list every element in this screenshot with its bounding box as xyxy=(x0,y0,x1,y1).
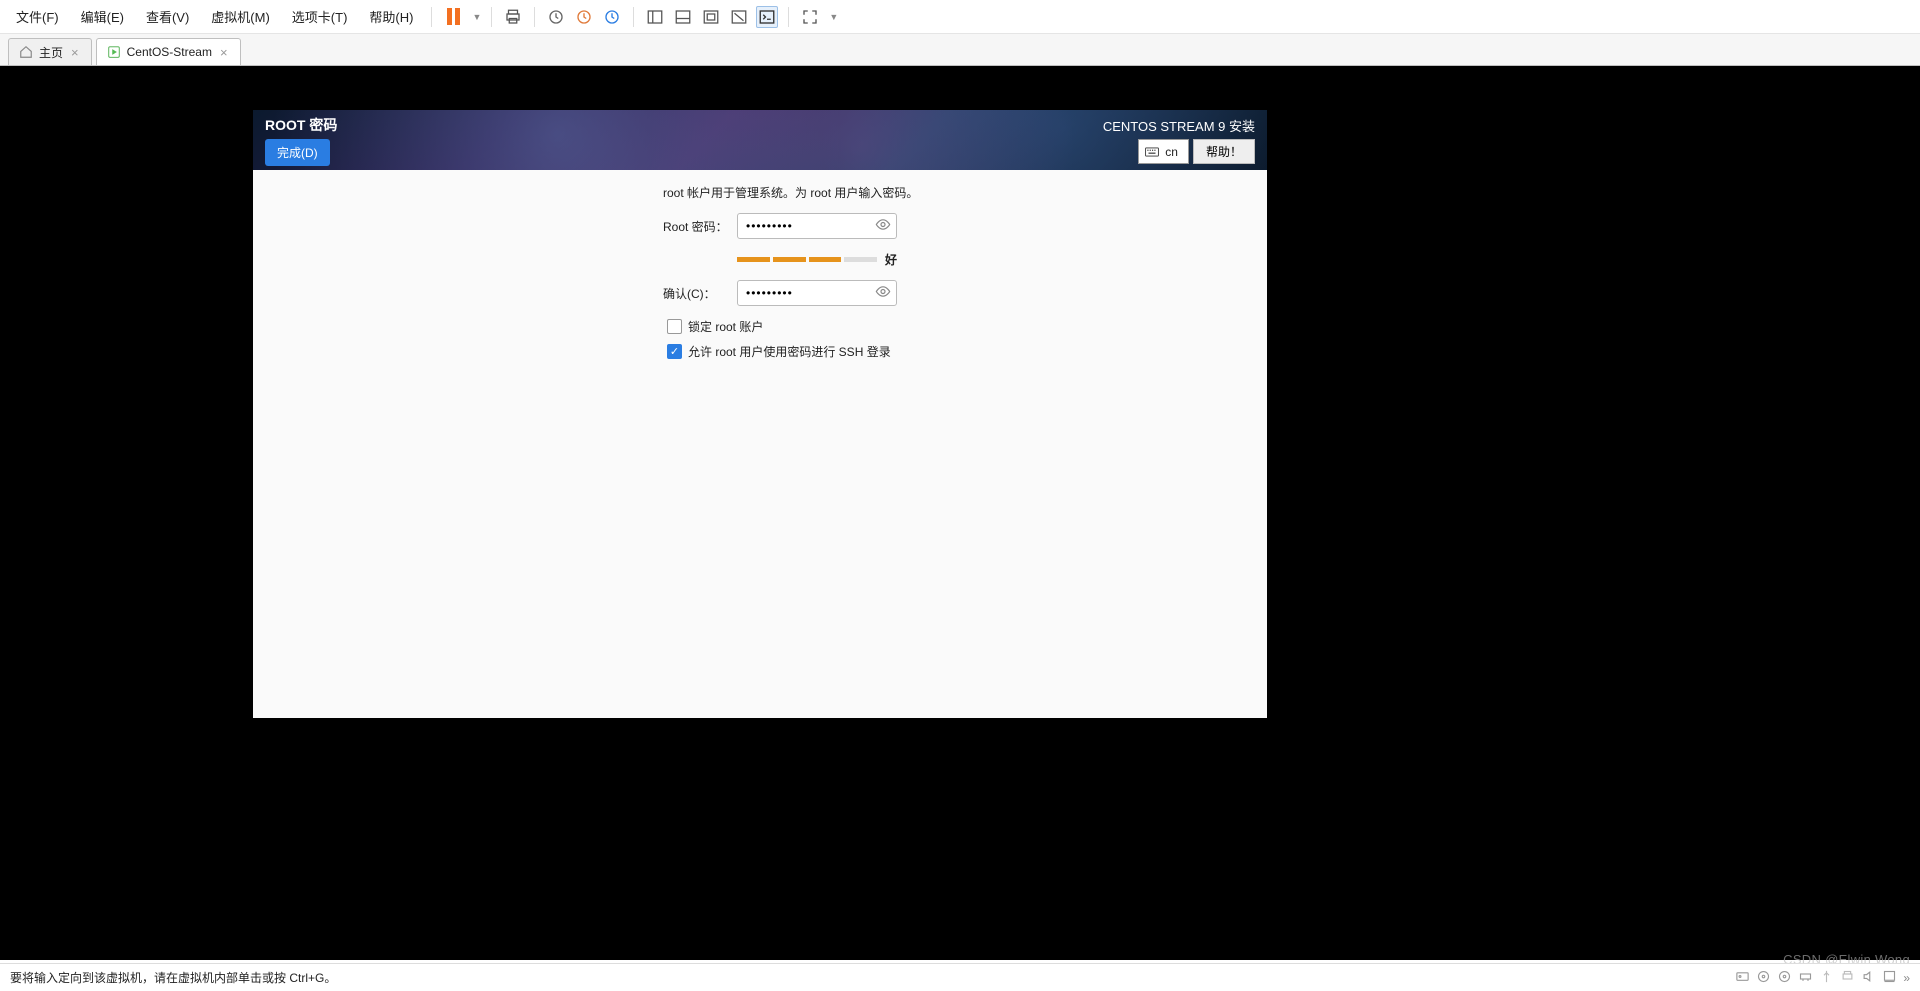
separator xyxy=(491,7,492,27)
tab-home-label: 主页 xyxy=(39,44,63,61)
printer-status-icon[interactable] xyxy=(1840,969,1855,987)
clock-manage-icon xyxy=(603,8,621,26)
separator xyxy=(788,7,789,27)
cd2-icon[interactable] xyxy=(1777,969,1792,987)
done-button[interactable]: 完成(D) xyxy=(265,139,330,166)
layout-side-icon xyxy=(646,8,664,26)
pause-icon xyxy=(447,8,460,25)
help-button[interactable]: 帮助！ xyxy=(1193,139,1255,164)
vm-viewport[interactable]: ROOT 密码 完成(D) CENTOS STREAM 9 安装 cn 帮助！ … xyxy=(0,66,1920,960)
device-icon[interactable] xyxy=(1882,969,1897,987)
keyboard-layout-label: cn xyxy=(1165,145,1178,159)
pause-button[interactable] xyxy=(442,6,464,28)
installer-body: root 帐户用于管理系统。为 root 用户输入密码。 Root 密码： xyxy=(253,170,1267,718)
eye-icon[interactable] xyxy=(875,219,891,234)
install-title: CENTOS STREAM 9 安装 xyxy=(1103,116,1255,135)
menu-file[interactable]: 文件(F) xyxy=(8,4,67,29)
installer-window: ROOT 密码 完成(D) CENTOS STREAM 9 安装 cn 帮助！ … xyxy=(253,110,1267,718)
snapshot-manage-button[interactable] xyxy=(601,6,623,28)
menu-tabs[interactable]: 选项卡(T) xyxy=(284,4,356,29)
status-tray: » xyxy=(1735,969,1910,987)
printer-icon xyxy=(504,8,522,26)
snapshot-take-button[interactable] xyxy=(545,6,567,28)
lock-root-label: 锁定 root 账户 xyxy=(688,318,763,335)
root-password-input[interactable] xyxy=(737,213,897,239)
menu-help[interactable]: 帮助(H) xyxy=(361,4,421,29)
description-text: root 帐户用于管理系统。为 root 用户输入密码。 xyxy=(663,184,1247,201)
menu-bar: 文件(F) 编辑(E) 查看(V) 虚拟机(M) 选项卡(T) 帮助(H) ▼ xyxy=(0,0,1920,34)
menu-vm[interactable]: 虚拟机(M) xyxy=(203,4,278,29)
tab-vm[interactable]: CentOS-Stream × xyxy=(96,38,241,65)
password-strength-text: 好 xyxy=(885,251,897,268)
clock-icon xyxy=(547,8,565,26)
layout-side-button[interactable] xyxy=(644,6,666,28)
menu-edit[interactable]: 编辑(E) xyxy=(73,4,132,29)
allow-ssh-checkbox[interactable]: ✓ xyxy=(667,344,682,359)
cd-icon[interactable] xyxy=(1756,969,1771,987)
eye-icon[interactable] xyxy=(875,286,891,301)
status-hint: 要将输入定向到该虚拟机，请在虚拟机内部单击或按 Ctrl+G。 xyxy=(10,969,336,986)
tab-vm-label: CentOS-Stream xyxy=(127,45,212,59)
print-button[interactable] xyxy=(502,6,524,28)
lock-root-checkbox[interactable] xyxy=(667,319,682,334)
usb-icon[interactable] xyxy=(1819,969,1834,987)
keyboard-icon xyxy=(1145,147,1159,157)
menu-view[interactable]: 查看(V) xyxy=(138,4,197,29)
sound-icon[interactable] xyxy=(1861,969,1876,987)
terminal-icon xyxy=(758,8,776,26)
allow-ssh-label: 允许 root 用户使用密码进行 SSH 登录 xyxy=(688,343,891,360)
snapshot-revert-button[interactable] xyxy=(573,6,595,28)
play-icon xyxy=(107,45,121,59)
separator xyxy=(633,7,634,27)
page-title: ROOT 密码 xyxy=(265,115,337,135)
home-icon xyxy=(19,45,33,59)
status-bar: 要将输入定向到该虚拟机，请在虚拟机内部单击或按 Ctrl+G。 » xyxy=(0,963,1920,991)
layout-none-icon xyxy=(730,8,748,26)
chevron-down-icon[interactable]: ▼ xyxy=(472,12,481,22)
layout-bottom-icon xyxy=(674,8,692,26)
layout-full-icon xyxy=(702,8,720,26)
network-icon[interactable] xyxy=(1798,969,1813,987)
tab-home[interactable]: 主页 × xyxy=(8,38,92,65)
root-password-label: Root 密码： xyxy=(663,218,733,235)
fullscreen-icon xyxy=(801,8,819,26)
separator xyxy=(534,7,535,27)
chevron-down-icon[interactable]: ▼ xyxy=(829,12,838,22)
more-icon[interactable]: » xyxy=(1903,971,1910,985)
layout-bottom-button[interactable] xyxy=(672,6,694,28)
close-icon[interactable]: × xyxy=(69,45,81,60)
layout-full-button[interactable] xyxy=(700,6,722,28)
tab-bar: 主页 × CentOS-Stream × xyxy=(0,34,1920,66)
disk-icon[interactable] xyxy=(1735,969,1750,987)
confirm-password-label: 确认(C)： xyxy=(663,285,733,302)
password-strength-bar xyxy=(737,257,877,262)
layout-none-button[interactable] xyxy=(728,6,750,28)
confirm-password-input[interactable] xyxy=(737,280,897,306)
keyboard-layout-button[interactable]: cn xyxy=(1138,139,1189,164)
separator xyxy=(431,7,432,27)
console-button[interactable] xyxy=(756,6,778,28)
installer-header: ROOT 密码 完成(D) CENTOS STREAM 9 安装 cn 帮助！ xyxy=(253,110,1267,170)
clock-back-icon xyxy=(575,8,593,26)
fullscreen-button[interactable] xyxy=(799,6,821,28)
close-icon[interactable]: × xyxy=(218,45,230,60)
